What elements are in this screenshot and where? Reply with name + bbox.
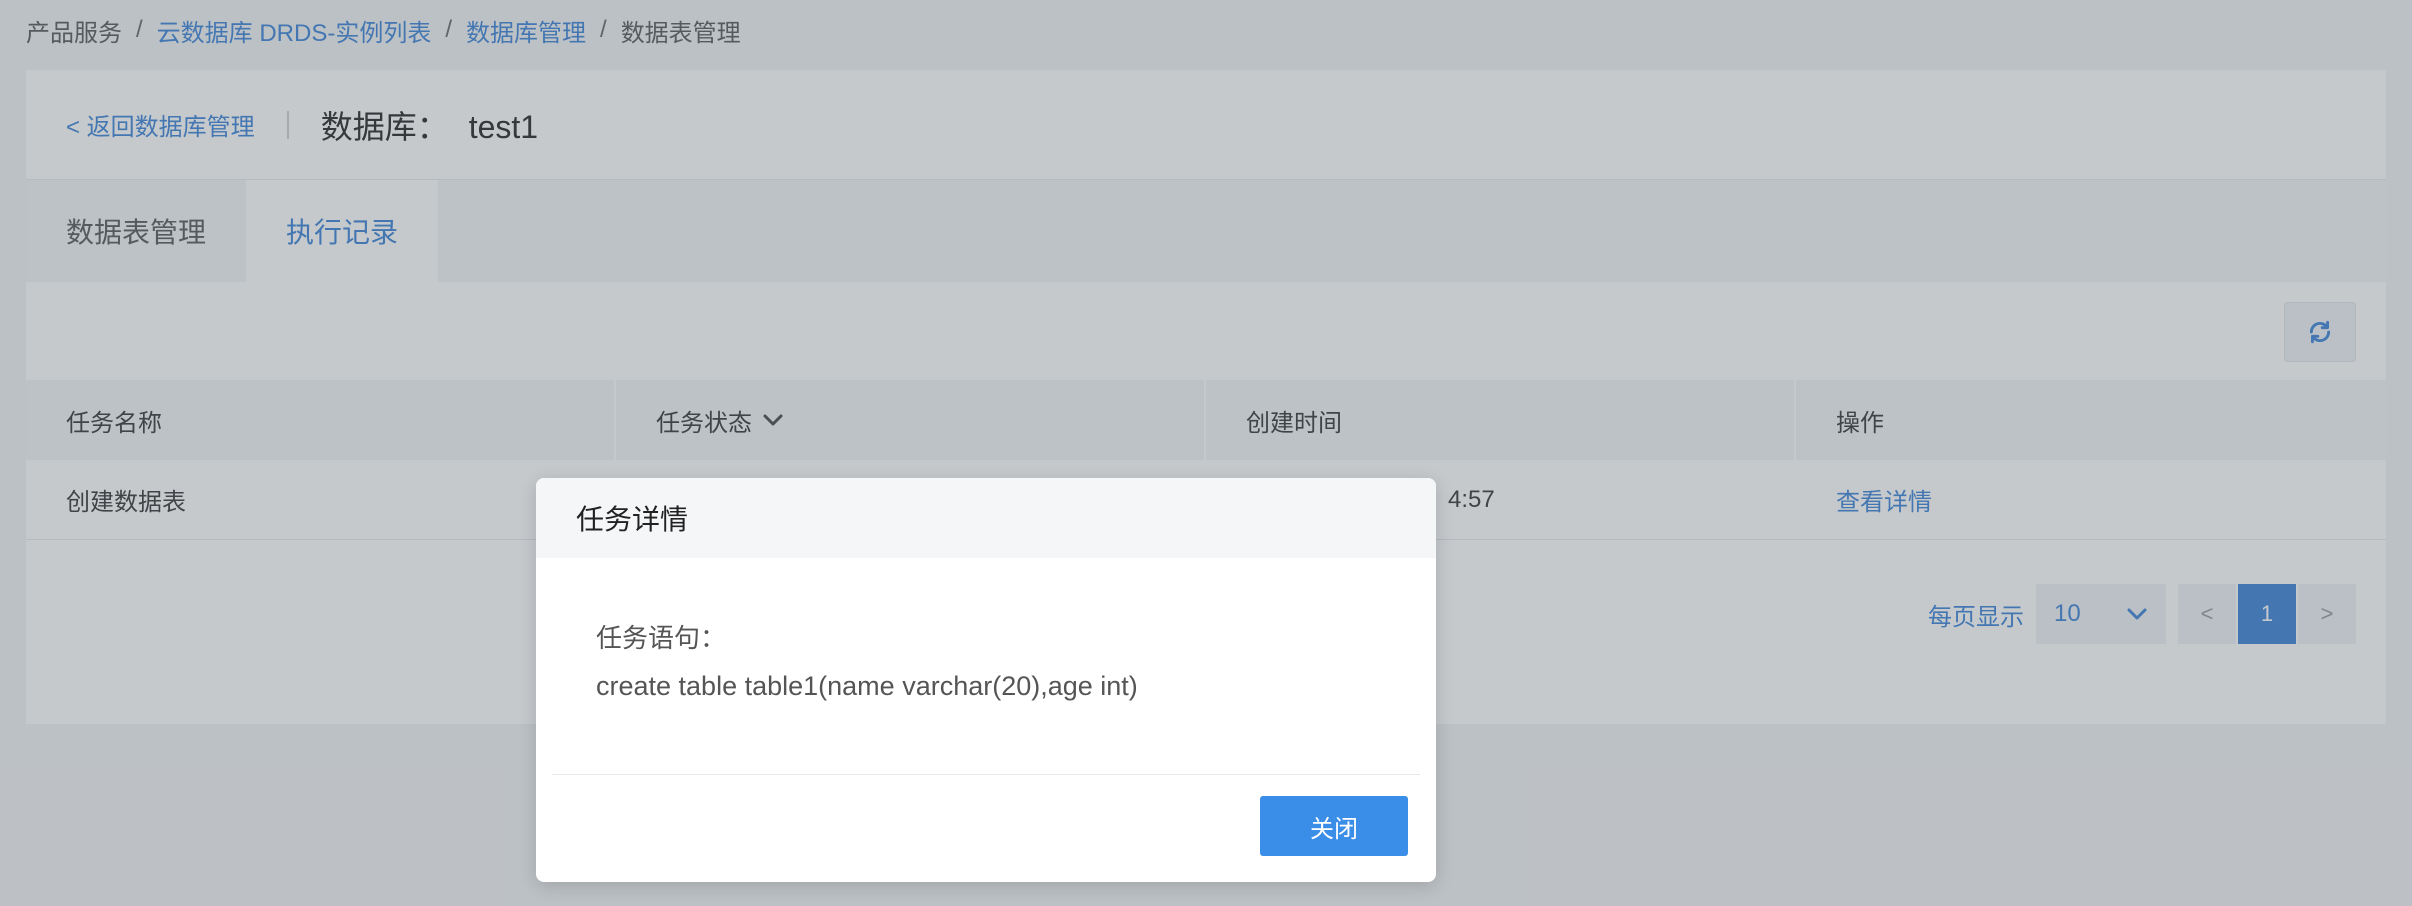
dialog-body: 任务语句： create table table1(name varchar(2… (536, 558, 1436, 704)
dialog-title: 任务详情 (536, 478, 1436, 558)
close-button[interactable]: 关闭 (1260, 796, 1408, 856)
task-details-dialog: 任务详情 任务语句： create table table1(name varc… (536, 478, 1436, 882)
dialog-divider (552, 774, 1420, 775)
task-statement-label: 任务语句： (596, 623, 727, 653)
task-statement: create table table1(name varchar(20),age… (596, 671, 1138, 701)
